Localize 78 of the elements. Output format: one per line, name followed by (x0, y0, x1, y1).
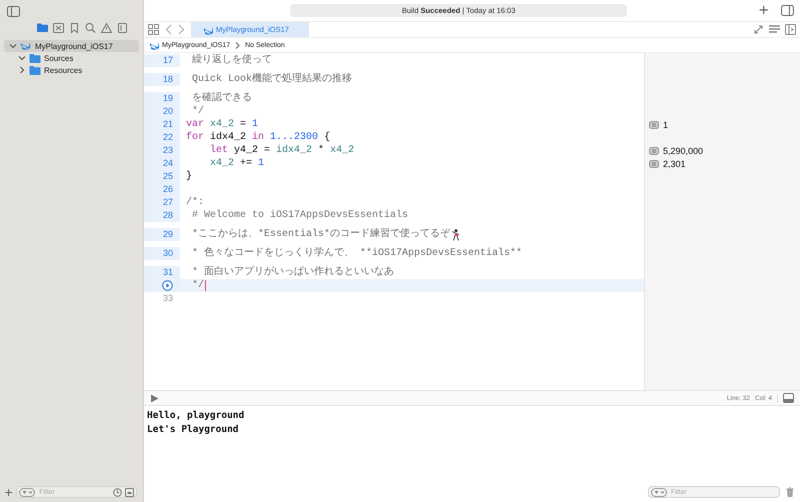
navigator-item[interactable]: Resources (4, 64, 139, 76)
line-number: 19 (162, 92, 173, 105)
panel-icon[interactable] (785, 24, 796, 35)
sidebar-toggle-icon[interactable] (7, 6, 20, 16)
folder-icon[interactable] (36, 22, 49, 34)
bookmark-icon[interactable] (68, 22, 81, 34)
x-square-icon[interactable] (52, 22, 65, 34)
line-number: 24 (162, 157, 173, 170)
line-number: 33 (162, 292, 173, 305)
line-number: 26 (162, 183, 173, 196)
folder-icon (29, 52, 41, 64)
search-icon[interactable] (84, 22, 97, 34)
navigator-item[interactable]: Sources (4, 52, 139, 64)
doc-comment: # Welcome to iOS17AppsDevsEssentials (192, 209, 408, 222)
item-label: MyPlayground_iOS17 (35, 42, 113, 50)
line-number: 30 (162, 247, 173, 260)
code-line: var x4_2 = 1 (186, 118, 258, 131)
line-number: 22 (162, 131, 173, 144)
back-icon[interactable] (165, 24, 172, 35)
trash-icon[interactable] (786, 487, 794, 497)
code-line: /*: (186, 196, 204, 209)
item-label: Resources (44, 66, 82, 74)
chevron-right-icon[interactable] (18, 66, 26, 74)
warning-icon[interactable] (100, 22, 113, 34)
result-value: 1 (663, 120, 668, 130)
item-label: Sources (44, 54, 74, 62)
code-line: for idx4_2 in 1...2300 { (186, 131, 330, 144)
document-icon[interactable] (116, 22, 129, 34)
quick-look-icon[interactable] (649, 146, 659, 154)
forward-icon[interactable] (178, 24, 185, 35)
line-number: 23 (162, 144, 173, 157)
inspector-toggle-icon[interactable] (781, 5, 794, 16)
arrows-icon[interactable] (753, 24, 764, 35)
line-number: 27 (162, 196, 173, 209)
doc-comment: を確認できる (192, 92, 252, 105)
result-value: 5,290,000 (663, 146, 704, 156)
doc-comment: Quick Look機能で処理結果の推移 (192, 73, 352, 86)
play-icon[interactable] (150, 394, 159, 402)
folder-icon (29, 64, 41, 76)
doc-comment: * 面白いアプリがいっぱい作れるといいなあ (192, 266, 394, 279)
quick-look-icon[interactable] (649, 160, 659, 168)
line-number: 31 (162, 266, 173, 279)
run-icon[interactable] (162, 280, 173, 291)
clock-icon[interactable] (113, 488, 122, 496)
line-number: 20 (162, 105, 173, 118)
swift-icon (20, 40, 32, 52)
swift-icon (203, 24, 213, 34)
swift-icon (149, 40, 159, 50)
console-output: Let's Playground (147, 423, 240, 436)
navigator-item[interactable]: MyPlayground_iOS17 (4, 40, 139, 52)
code-line: x4_2 += 1 (209, 157, 264, 170)
grid-icon[interactable] (148, 24, 159, 35)
line-number: 17 (162, 54, 173, 67)
add-button[interactable]: + (4, 486, 14, 498)
line-number: 29 (162, 228, 173, 241)
filter-icon[interactable] (651, 488, 667, 496)
line-number: 28 (162, 209, 173, 222)
doc-comment: * 色々なコードをじっくり学んで、 **iOS17AppsDevsEssentials** (192, 247, 522, 260)
panel-toggle-icon[interactable] (783, 393, 794, 403)
filter-icon[interactable] (19, 488, 36, 496)
line-number: 18 (162, 73, 173, 86)
result-value: 2,301 (663, 158, 686, 168)
square-icon[interactable] (125, 488, 134, 496)
doc-comment: *ここからは、*Essentials*のコード練習で使ってるぞ (192, 228, 450, 241)
code-line: let y4_2 = idx4_2 * x4_2 (209, 144, 354, 157)
doc-comment: */ (192, 105, 204, 118)
add-button[interactable]: + (758, 4, 770, 17)
line-number: 21 (162, 118, 173, 131)
dancing-figure-icon (451, 228, 460, 240)
doc-comment: 繰り返しを使って (192, 54, 272, 67)
lines-icon[interactable] (768, 24, 781, 35)
code-line: } (186, 170, 192, 183)
chevron-right-icon[interactable] (235, 42, 240, 48)
text-cursor (205, 280, 206, 291)
console-output: Hello, playground (147, 409, 246, 422)
doc-comment: */ (192, 279, 204, 292)
quick-look-icon[interactable] (649, 120, 659, 128)
line-number: 25 (162, 170, 173, 183)
